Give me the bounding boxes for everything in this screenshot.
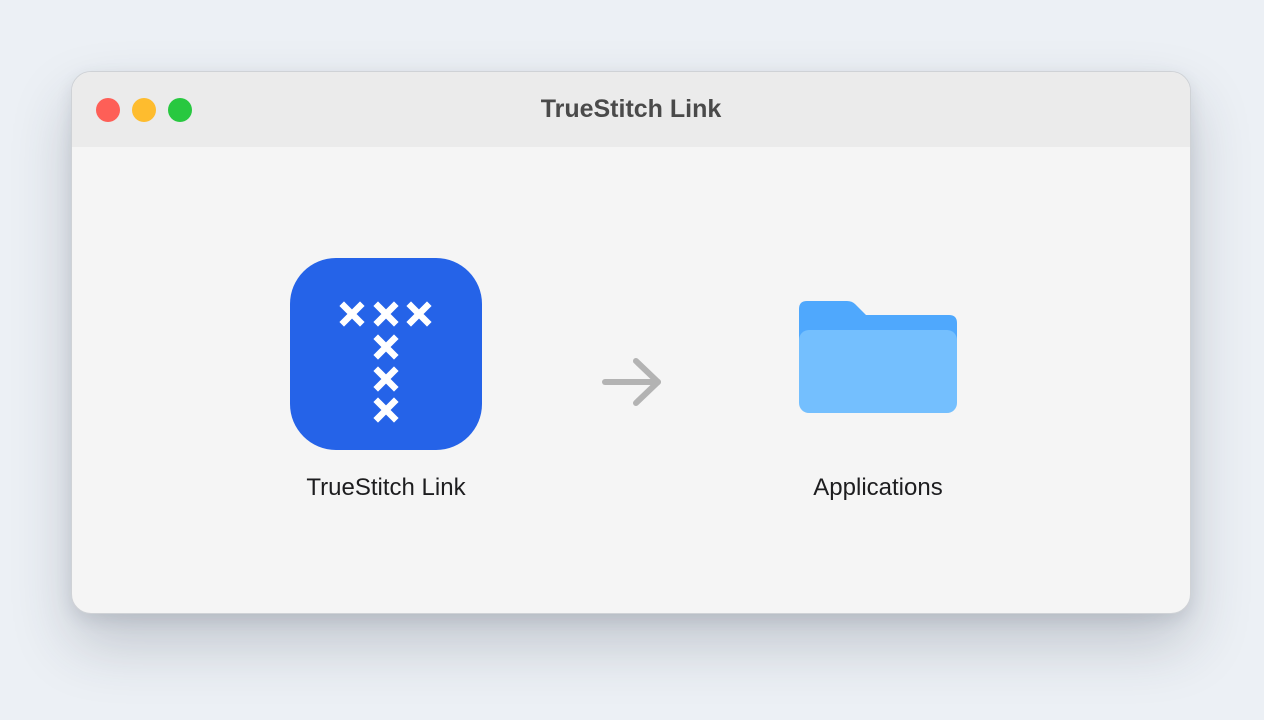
applications-folder-icon[interactable]	[795, 297, 961, 417]
installer-window: TrueStitch Link TrueStitch Link Applicat…	[71, 71, 1191, 614]
truestitch-app-icon[interactable]	[290, 258, 482, 450]
window-title: TrueStitch Link	[540, 95, 722, 123]
cross-stitch-t-icon	[339, 301, 432, 423]
app-label: TrueStitch Link	[306, 474, 466, 501]
arrow-right-icon	[597, 352, 667, 412]
installer-content: TrueStitch Link Applications	[72, 147, 1190, 613]
applications-label: Applications	[813, 474, 943, 501]
title-bar[interactable]: TrueStitch Link	[72, 72, 1190, 147]
